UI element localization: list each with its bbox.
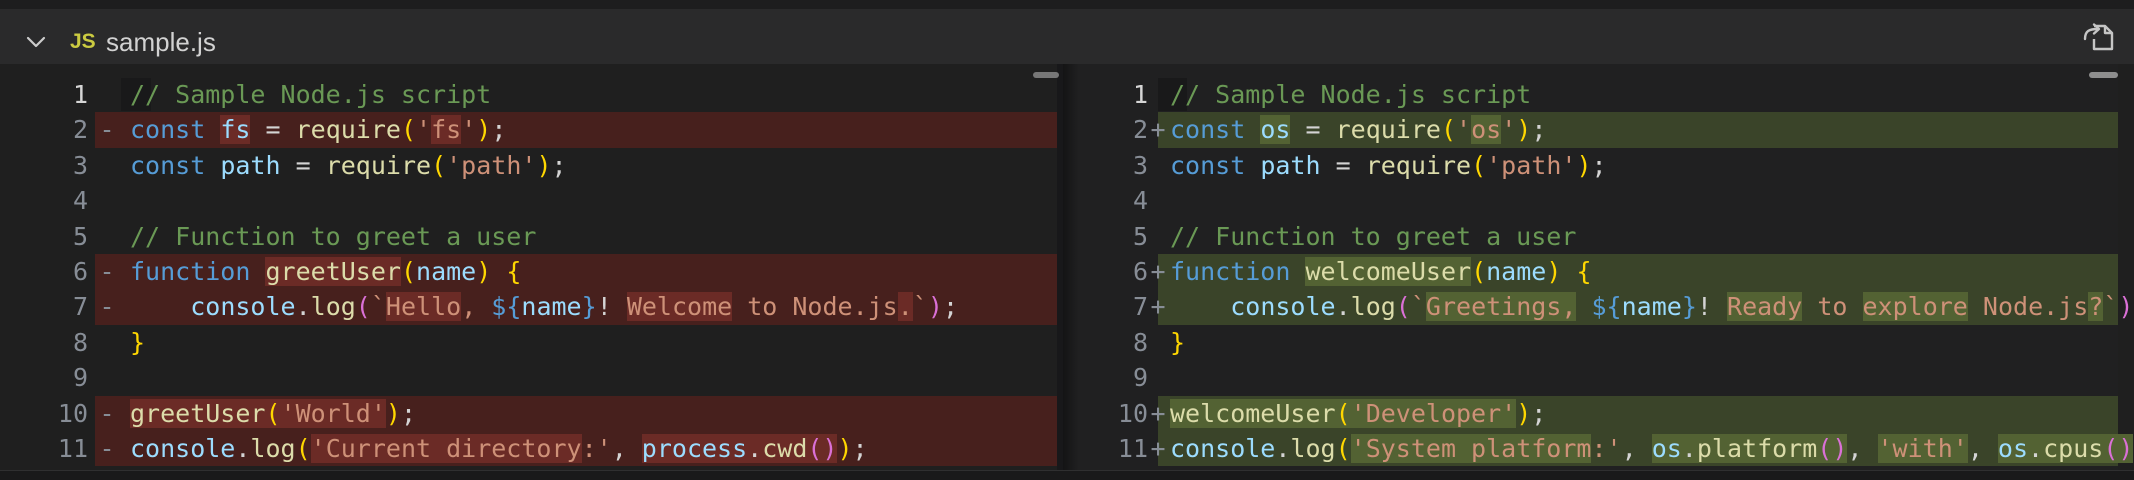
diff-sign: - [94, 396, 120, 431]
modified-pane[interactable]: 1// Sample Node.js script2+const os = re… [1063, 64, 2118, 480]
code-text: welcomeUser('Developer'); [1170, 396, 1546, 431]
line-number: 4 [1063, 183, 1148, 218]
code-line[interactable]: 10-greetUser('World'); [0, 396, 1057, 431]
diff-editor: 1// Sample Node.js script2-const fs = re… [0, 64, 2134, 480]
code-line[interactable]: 8} [1063, 325, 2118, 360]
code-line[interactable]: 9 [0, 360, 1057, 395]
code-line[interactable]: 2+const os = require('os'); [1063, 112, 2118, 147]
code-text: } [1170, 325, 1185, 360]
line-number: 9 [1063, 360, 1148, 395]
code-text: const path = require('path'); [130, 148, 567, 183]
diff-widget: JS sample.js 1// Sample Node.js script2-… [0, 0, 2134, 480]
code-line[interactable]: 4 [0, 183, 1057, 218]
code-line[interactable]: 11-console.log('Current directory:', pro… [0, 431, 1057, 466]
line-number: 2 [0, 112, 88, 147]
code-line[interactable]: 11+console.log('System platform:', os.pl… [1063, 431, 2118, 466]
diff-header: JS sample.js [0, 0, 2134, 64]
diff-sign: + [1147, 431, 1169, 466]
line-number: 6 [0, 254, 88, 289]
code-line[interactable]: 8} [0, 325, 1057, 360]
line-number: 7 [1063, 289, 1148, 324]
code-text: // Function to greet a user [130, 219, 536, 254]
diff-sign: + [1147, 254, 1169, 289]
line-number: 8 [1063, 325, 1148, 360]
file-name: sample.js [106, 27, 216, 58]
code-text: function greetUser(name) { [130, 254, 521, 289]
chevron-down-icon[interactable] [24, 31, 48, 53]
left-editor-scrollbar-slider[interactable] [1033, 72, 1059, 78]
code-text: // Function to greet a user [1170, 219, 1576, 254]
line-number: 6 [1063, 254, 1148, 289]
diff-sign: - [94, 289, 120, 324]
code-line[interactable]: 1 // Sample Node.js script [1063, 77, 2118, 112]
diff-sign: - [94, 112, 120, 147]
line-number: 11 [1063, 431, 1148, 466]
code-text: // Sample Node.js script [1170, 77, 1531, 112]
code-text: greetUser('World'); [130, 396, 416, 431]
bottom-edge [0, 470, 2134, 480]
js-file-icon: JS [70, 30, 96, 54]
line-number: 10 [1063, 396, 1148, 431]
code-line[interactable]: 6+function welcomeUser(name) { [1063, 254, 2118, 289]
code-line[interactable]: 7+ console.log(`Greetings, ${name}! Read… [1063, 289, 2118, 324]
code-line[interactable]: 7- console.log(`Hello, ${name}! Welcome … [0, 289, 1057, 324]
code-line[interactable]: 9 [1063, 360, 2118, 395]
code-text: console.log('Current directory:', proces… [130, 431, 868, 466]
code-text: console.log(`Hello, ${name}! Welcome to … [130, 289, 958, 324]
code-text: // Sample Node.js script [130, 77, 491, 112]
code-text: const os = require('os'); [1170, 112, 1546, 147]
code-line[interactable]: 10+welcomeUser('Developer'); [1063, 396, 2118, 431]
line-number: 11 [0, 431, 88, 466]
line-number: 1 [1063, 77, 1148, 112]
diff-sign: + [1147, 396, 1169, 431]
line-number: 1 [0, 77, 88, 112]
diff-sign: + [1147, 289, 1169, 324]
code-line[interactable]: 4 [1063, 183, 2118, 218]
line-number: 4 [0, 183, 88, 218]
code-text: console.log(`Greetings, ${name}! Ready t… [1170, 289, 2134, 324]
line-number: 8 [0, 325, 88, 360]
code-line[interactable]: 6-function greetUser(name) { [0, 254, 1057, 289]
original-pane[interactable]: 1// Sample Node.js script2-const fs = re… [0, 64, 1057, 480]
code-line[interactable]: 1 // Sample Node.js script [0, 77, 1057, 112]
go-to-file-icon [2080, 44, 2118, 59]
line-number: 3 [1063, 148, 1148, 183]
diff-sign: + [1147, 112, 1169, 147]
go-to-file-button[interactable] [2080, 18, 2118, 56]
code-line[interactable]: 3 const path = require('path'); [1063, 148, 2118, 183]
line-number: 3 [0, 148, 88, 183]
code-line[interactable]: 3 const path = require('path'); [0, 148, 1057, 183]
line-number: 9 [0, 360, 88, 395]
line-number: 10 [0, 396, 88, 431]
line-number: 5 [0, 219, 88, 254]
code-text: function welcomeUser(name) { [1170, 254, 1592, 289]
code-text: } [130, 325, 145, 360]
window-top-strip [0, 0, 2134, 9]
line-number: 2 [1063, 112, 1148, 147]
code-text: const fs = require('fs'); [130, 112, 506, 147]
code-line[interactable]: 5 // Function to greet a user [0, 219, 1057, 254]
code-text: console.log('System platform:', os.platf… [1170, 431, 2134, 466]
diff-sign: - [94, 431, 120, 466]
line-number: 5 [1063, 219, 1148, 254]
diff-sign: - [94, 254, 120, 289]
code-line[interactable]: 5 // Function to greet a user [1063, 219, 2118, 254]
right-editor-scrollbar-slider[interactable] [2089, 72, 2118, 78]
code-text: const path = require('path'); [1170, 148, 1607, 183]
line-number: 7 [0, 289, 88, 324]
code-line[interactable]: 2-const fs = require('fs'); [0, 112, 1057, 147]
